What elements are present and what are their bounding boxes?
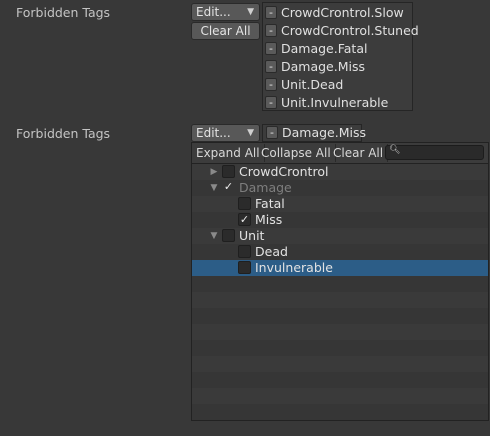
tree-row-label: Fatal	[255, 196, 285, 211]
tree-row[interactable]: ▼ Unit	[192, 228, 488, 244]
tag-item: - Unit.Dead	[265, 76, 343, 94]
tree-row-label: Miss	[255, 212, 283, 227]
forbidden-tags-label: Forbidden Tags	[16, 5, 111, 20]
edit-dropdown-label: Edit...	[196, 126, 231, 140]
check-icon: ✓	[239, 213, 250, 226]
tree-row-empty	[192, 340, 488, 356]
expand-open-icon[interactable]: ▼	[209, 180, 219, 196]
edit-dropdown[interactable]: Edit... ▼	[191, 3, 260, 21]
clear-all-button[interactable]: Clear All	[191, 22, 260, 40]
tag-checkbox[interactable]	[222, 165, 235, 178]
tree-row-empty	[192, 404, 488, 420]
edit-dropdown[interactable]: Edit... ▼	[191, 124, 260, 142]
tag-label: Unit.Invulnerable	[281, 95, 389, 110]
tag-picker-panel: Expand All Collapse All Clear All 🔍︎ ▶ Cr…	[191, 142, 489, 421]
tag-label: Damage.Miss	[282, 125, 367, 140]
tag-checkbox[interactable]	[222, 229, 235, 242]
tree-row[interactable]: ▼ ✓ Damage	[192, 180, 488, 196]
clear-all-button[interactable]: Clear All	[329, 144, 389, 162]
tag-item: - Unit.Invulnerable	[265, 94, 388, 112]
tag-checkbox[interactable]	[238, 261, 251, 274]
tree-row-empty	[192, 324, 488, 340]
tree-row-label: CrowdCrontrol	[239, 164, 329, 179]
remove-tag-button[interactable]: -	[265, 42, 277, 55]
tree-row-label: Dead	[255, 244, 288, 259]
tag-item: - CrowdCrontrol.Slow	[265, 4, 404, 22]
search-icon: 🔍︎	[389, 145, 401, 155]
tag-checkbox[interactable]	[238, 197, 251, 210]
tree-row[interactable]: ▶ CrowdCrontrol	[192, 164, 488, 180]
tag-checkbox[interactable]: ✓	[238, 213, 251, 226]
tag-label: Damage.Miss	[281, 59, 366, 74]
check-icon: ✓	[223, 180, 234, 193]
tree-row[interactable]: Invulnerable	[192, 260, 488, 276]
tree-row[interactable]: Dead	[192, 244, 488, 260]
tree-row-label: Unit	[239, 228, 265, 243]
edit-dropdown-label: Edit...	[196, 5, 231, 19]
search-input[interactable]: 🔍︎	[385, 145, 484, 160]
tag-picker-toolbar: Expand All Collapse All Clear All 🔍︎	[192, 143, 488, 164]
tree-row-label: Invulnerable	[255, 260, 333, 275]
expand-all-button[interactable]: Expand All	[192, 144, 265, 162]
tag-list: - CrowdCrontrol.Slow - CrowdCrontrol.Stune…	[262, 2, 419, 112]
tree-row-empty	[192, 356, 488, 372]
remove-tag-button[interactable]: -	[266, 126, 278, 139]
chevron-down-icon: ▼	[247, 7, 254, 17]
tag-item: - Damage.Miss	[265, 58, 365, 76]
remove-tag-button[interactable]: -	[265, 6, 277, 19]
tag-label: CrowdCrontrol.Slow	[281, 5, 404, 20]
expand-closed-icon[interactable]: ▶	[209, 164, 219, 180]
remove-tag-button[interactable]: -	[265, 60, 277, 73]
tree-row-empty	[192, 372, 488, 388]
tag-checkbox[interactable]: ✓	[222, 181, 235, 194]
tag-item: - CrowdCrontrol.Stuned	[265, 22, 419, 40]
tree-row-label: Damage	[239, 180, 292, 195]
expand-open-icon[interactable]: ▼	[209, 228, 219, 244]
tag-label: Unit.Dead	[281, 77, 344, 92]
tag-item: - Damage.Fatal	[265, 40, 367, 58]
tree-row-empty	[192, 388, 488, 404]
tag-item: - Damage.Miss	[262, 124, 366, 142]
tag-checkbox[interactable]	[238, 245, 251, 258]
tag-label: CrowdCrontrol.Stuned	[281, 23, 419, 38]
remove-tag-button[interactable]: -	[265, 24, 277, 37]
remove-tag-button[interactable]: -	[265, 78, 277, 91]
forbidden-tags-label: Forbidden Tags	[16, 126, 111, 141]
tree-row-empty	[192, 292, 488, 308]
tree-row[interactable]: ✓ Miss	[192, 212, 488, 228]
tree-row[interactable]: Fatal	[192, 196, 488, 212]
chevron-down-icon: ▼	[247, 128, 254, 138]
tag-label: Damage.Fatal	[281, 41, 368, 56]
collapse-all-button[interactable]: Collapse All	[257, 144, 336, 162]
tree-row-empty	[192, 308, 488, 324]
remove-tag-button[interactable]: -	[265, 96, 277, 109]
tree-row-empty	[192, 276, 488, 292]
